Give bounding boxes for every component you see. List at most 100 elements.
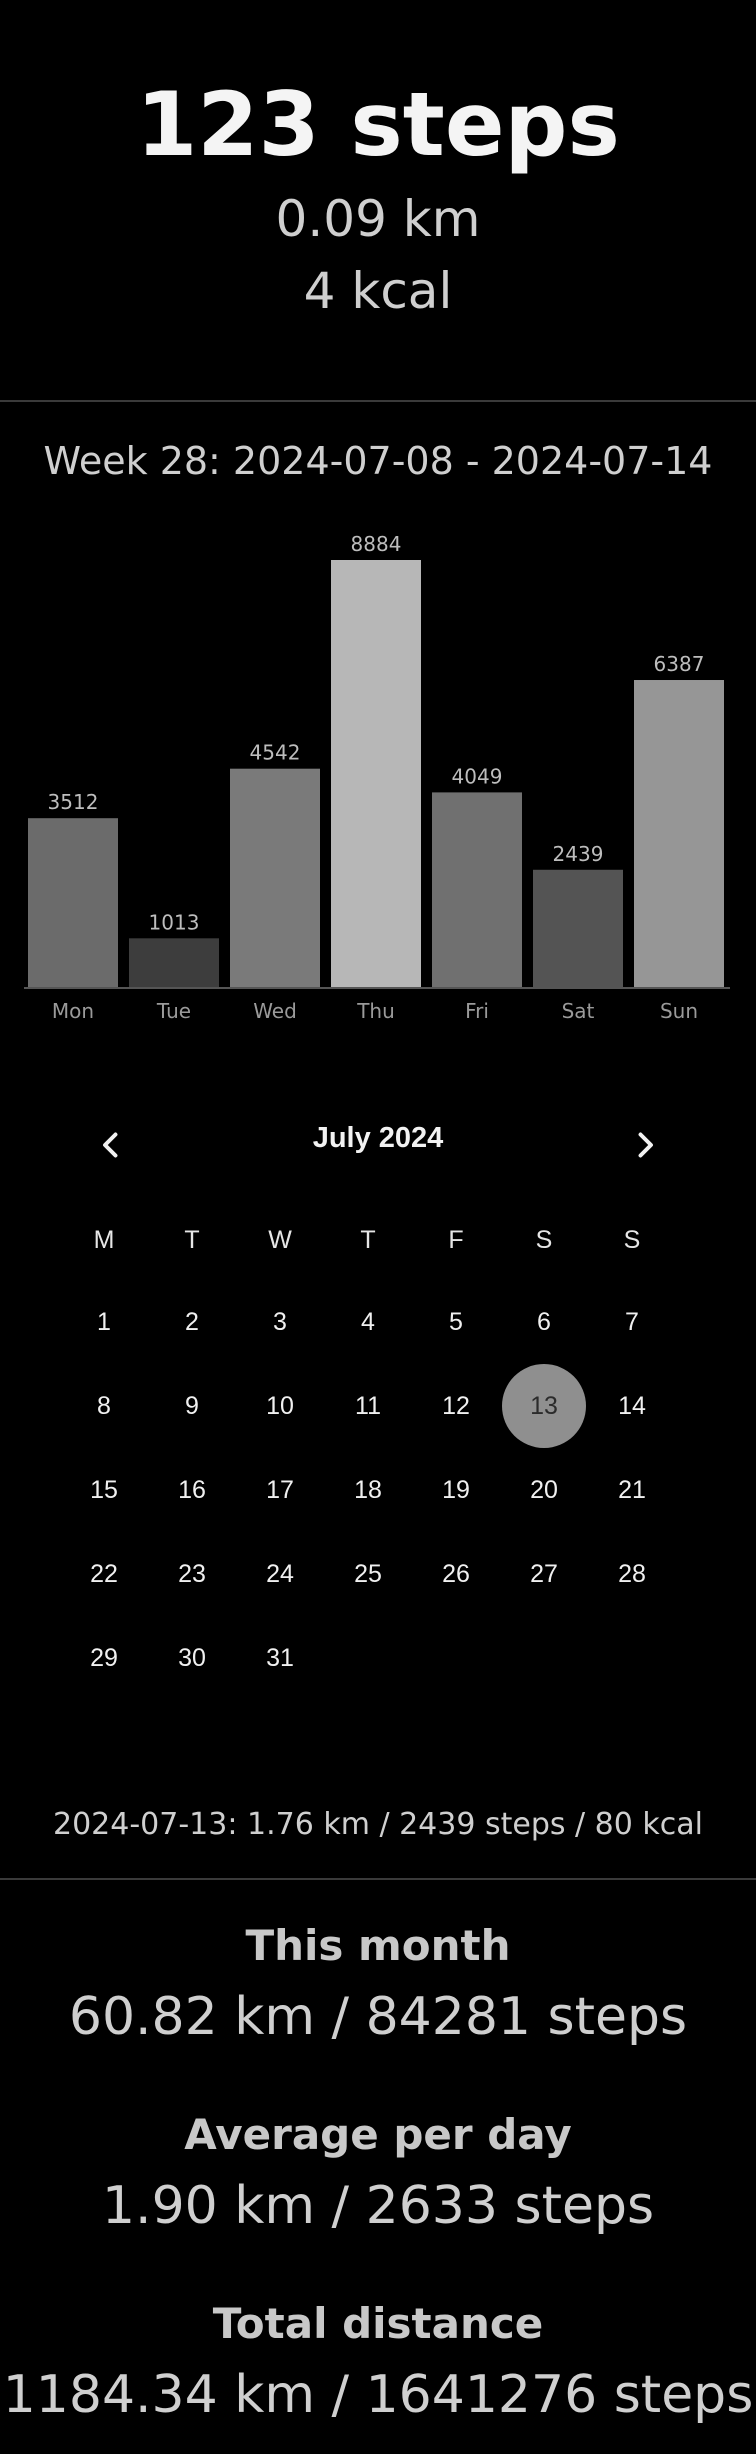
selected-day-summary: 2024-07-13: 1.76 km / 2439 steps / 80 kc…: [53, 1807, 703, 1842]
weekday-header-row: M T W T F S S: [60, 1220, 696, 1260]
today-distance: 0.09 km: [275, 190, 481, 248]
next-month-button[interactable]: [610, 1110, 680, 1180]
weekly-steps-chart: 3512 Mon 1013 Tue 4542 Wed 8884 Thu 4049 Fri 2439 S…: [0, 520, 756, 1030]
week-title: Week 28: 2024-07-08 - 2024-07-14: [43, 439, 713, 483]
calendar-day[interactable]: 21: [588, 1448, 676, 1532]
calendar-day-number: 17: [266, 1475, 294, 1504]
calendar-day[interactable]: 14: [588, 1364, 676, 1448]
calendar-day[interactable]: 1: [60, 1280, 148, 1364]
weekday-label: M: [93, 1226, 115, 1254]
divider-bottom: [0, 1878, 756, 1880]
calendar-day-number: 3: [273, 1307, 287, 1336]
calendar-day-number: 18: [354, 1475, 382, 1504]
calendar-day[interactable]: 26: [412, 1532, 500, 1616]
calendar-day[interactable]: 22: [60, 1532, 148, 1616]
calendar-day[interactable]: 18: [324, 1448, 412, 1532]
calendar-day-number: 5: [449, 1307, 463, 1336]
weekday-label: S: [623, 1226, 641, 1254]
bar-wed[interactable]: [230, 768, 320, 987]
calendar-day-number: 30: [178, 1643, 206, 1672]
calendar-day-number: 13: [502, 1364, 586, 1448]
calendar-day-number: 24: [266, 1559, 294, 1588]
calendar-day-number: 9: [185, 1391, 199, 1420]
calendar-day[interactable]: 11: [324, 1364, 412, 1448]
calendar-day[interactable]: 16: [148, 1448, 236, 1532]
calendar-day-number: 10: [266, 1391, 294, 1420]
calendar-day-number: 28: [618, 1559, 646, 1588]
bar-category-label: Fri: [465, 999, 489, 1023]
calendar-day[interactable]: 15: [60, 1448, 148, 1532]
calendar-day[interactable]: 24: [236, 1532, 324, 1616]
calendar-day-number: 7: [625, 1307, 639, 1336]
calendar-day-selected[interactable]: 13: [500, 1364, 588, 1448]
calendar-day[interactable]: 20: [500, 1448, 588, 1532]
weekday-label: T: [184, 1226, 200, 1254]
bar-category-label: Sun: [660, 999, 698, 1023]
calendar-header: July 2024: [60, 1100, 696, 1190]
calendar-day[interactable]: 12: [412, 1364, 500, 1448]
calendar-day[interactable]: 23: [148, 1532, 236, 1616]
calendar-day-number: 2: [185, 1307, 199, 1336]
calendar-day[interactable]: 30: [148, 1616, 236, 1700]
calendar-day[interactable]: 9: [148, 1364, 236, 1448]
bar-value-label: 1013: [149, 910, 200, 934]
today-steps: 123 steps: [136, 73, 620, 176]
today-energy: 4 kcal: [303, 262, 453, 320]
calendar-day[interactable]: 8: [60, 1364, 148, 1448]
calendar-day[interactable]: 4: [324, 1280, 412, 1364]
calendar-day[interactable]: 31: [236, 1616, 324, 1700]
month-title: July 2024: [312, 1122, 444, 1154]
weekday-label: S: [535, 1226, 553, 1254]
calendar-day-number: 12: [442, 1391, 470, 1420]
calendar-day-number: 15: [90, 1475, 118, 1504]
calendar-day-number: 22: [90, 1559, 118, 1588]
bar-value-label: 2439: [553, 842, 604, 866]
calendar-day[interactable]: 17: [236, 1448, 324, 1532]
calendar-day[interactable]: 29: [60, 1616, 148, 1700]
bar-category-label: Wed: [253, 999, 297, 1023]
average-stat-value: 1.90 km / 2633 steps: [101, 2176, 655, 2236]
calendar-day[interactable]: 27: [500, 1532, 588, 1616]
bar-tue[interactable]: [129, 938, 219, 987]
calendar-day-number: 19: [442, 1475, 470, 1504]
total-stat-value: 1184.34 km / 1641276 steps: [2, 2365, 754, 2425]
weekday-label: W: [268, 1226, 292, 1254]
calendar-day[interactable]: 19: [412, 1448, 500, 1532]
bar-fri[interactable]: [432, 792, 522, 987]
calendar-day-number: 23: [178, 1559, 206, 1588]
calendar-day-number: 11: [355, 1391, 381, 1420]
bar-mon[interactable]: [28, 818, 118, 987]
calendar-day-number: 4: [361, 1307, 375, 1336]
bar-sun[interactable]: [634, 680, 724, 987]
bar-value-label: 6387: [654, 652, 705, 676]
bar-category-label: Mon: [52, 999, 94, 1023]
chevron-right-icon: [638, 1132, 653, 1158]
calendar: July 2024 M T W T F S S 1 2 3 4 5 6 7 8 9 10 11 12 1…: [60, 1100, 696, 1700]
calendar-day[interactable]: 2: [148, 1280, 236, 1364]
calendar-day-number: 21: [618, 1475, 646, 1504]
calendar-day-number: 14: [618, 1391, 646, 1420]
calendar-day-number: 27: [530, 1559, 558, 1588]
calendar-days-grid: 1 2 3 4 5 6 7 8 9 10 11 12 13 14 15 16 17 18 19 20 21 22 23 24 2…: [60, 1280, 696, 1700]
bar-category-label: Tue: [156, 999, 191, 1023]
bar-thu[interactable]: [331, 560, 421, 987]
month-stat-label: This month: [245, 1921, 511, 1970]
calendar-day-number: 29: [90, 1643, 118, 1672]
average-stat-label: Average per day: [184, 2110, 572, 2159]
total-stat-label: Total distance: [212, 2299, 544, 2348]
bar-value-label: 3512: [48, 790, 99, 814]
calendar-day[interactable]: 28: [588, 1532, 676, 1616]
calendar-day-number: 6: [537, 1307, 551, 1336]
bar-value-label: 4049: [452, 764, 503, 788]
calendar-day[interactable]: 5: [412, 1280, 500, 1364]
today-summary: 123 steps 0.09 km 4 kcal: [0, 0, 756, 400]
chart-svg: 3512 Mon 1013 Tue 4542 Wed 8884 Thu 4049 Fri 2439 S…: [24, 532, 730, 1023]
calendar-day[interactable]: 10: [236, 1364, 324, 1448]
divider-top: [0, 400, 756, 402]
calendar-day[interactable]: 3: [236, 1280, 324, 1364]
calendar-day[interactable]: 25: [324, 1532, 412, 1616]
calendar-day-number: 16: [178, 1475, 206, 1504]
calendar-day[interactable]: 6: [500, 1280, 588, 1364]
bar-sat[interactable]: [533, 869, 623, 987]
calendar-day[interactable]: 7: [588, 1280, 676, 1364]
